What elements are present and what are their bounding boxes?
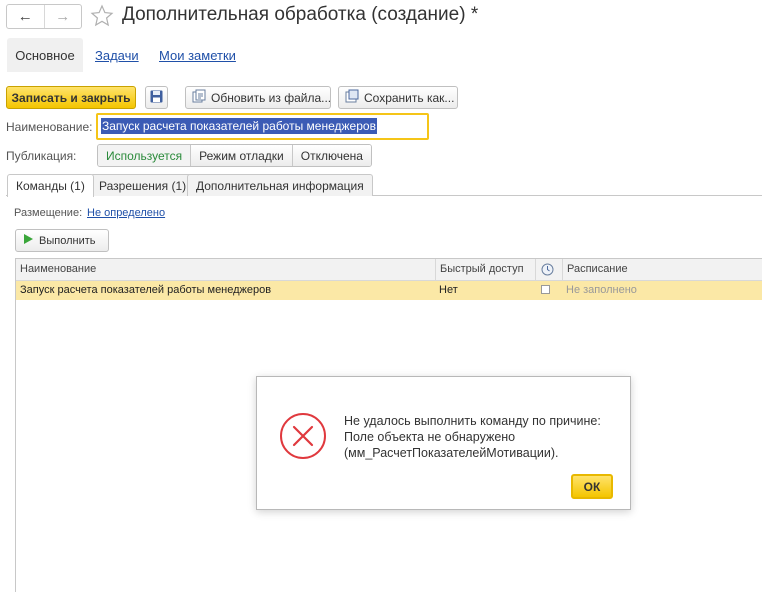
page-title: Дополнительная обработка (создание) * bbox=[122, 4, 479, 25]
favorite-star-icon[interactable] bbox=[90, 4, 114, 28]
play-icon bbox=[24, 234, 33, 247]
table-row[interactable]: Запуск расчета показателей работы менедж… bbox=[16, 281, 762, 300]
tab-additional-info[interactable]: Дополнительная информация bbox=[187, 174, 373, 196]
tab-commands[interactable]: Команды (1) bbox=[7, 174, 94, 197]
row-schedule-cell[interactable]: Не заполнено bbox=[562, 281, 762, 300]
error-icon bbox=[279, 412, 327, 460]
error-message-line-2: Поле объекта не обнаружено bbox=[344, 430, 516, 444]
publication-switch: Используется Режим отладки Отключена bbox=[97, 144, 372, 167]
section-tasks-link[interactable]: Задачи bbox=[95, 48, 139, 63]
placement-label: Размещение: bbox=[14, 207, 83, 219]
column-scheduled-header[interactable] bbox=[535, 259, 562, 280]
publication-label: Публикация: bbox=[6, 149, 77, 163]
column-quick-access-header[interactable]: Быстрый доступ bbox=[435, 259, 535, 280]
load-from-file-button[interactable]: Обновить из файла... bbox=[185, 86, 331, 109]
tab-permissions[interactable]: Разрешения (1) bbox=[90, 174, 196, 196]
section-main[interactable]: Основное bbox=[7, 38, 83, 72]
error-dialog: Не удалось выполнить команду по причине:… bbox=[256, 376, 631, 510]
row-quick-access-cell[interactable]: Нет bbox=[435, 281, 535, 300]
navigation-buttons: ← → bbox=[6, 4, 82, 29]
ok-button[interactable]: ОК bbox=[571, 474, 613, 499]
save-as-label: Сохранить как... bbox=[364, 90, 455, 105]
arrow-right-icon: → bbox=[55, 8, 71, 25]
file-load-icon bbox=[192, 89, 206, 106]
table-header: Наименование Быстрый доступ Расписание bbox=[16, 259, 762, 281]
clock-icon bbox=[541, 263, 554, 279]
publication-option-disabled[interactable]: Отключена bbox=[291, 145, 371, 166]
row-scheduled-checkbox[interactable] bbox=[541, 285, 550, 294]
save-button[interactable] bbox=[145, 86, 168, 109]
error-message-line-3: (мм_РасчетПоказателейМотивации). bbox=[344, 446, 559, 460]
name-label: Наименование: bbox=[6, 120, 93, 134]
arrow-left-icon: ← bbox=[17, 8, 33, 25]
run-button[interactable]: Выполнить bbox=[15, 229, 109, 252]
publication-option-debug[interactable]: Режим отладки bbox=[190, 145, 292, 166]
placement-link[interactable]: Не определено bbox=[87, 207, 165, 219]
error-message: Не удалось выполнить команду по причине:… bbox=[344, 413, 624, 461]
error-message-line-1: Не удалось выполнить команду по причине: bbox=[344, 414, 601, 428]
column-name-header[interactable]: Наименование bbox=[16, 259, 435, 280]
back-button[interactable]: ← bbox=[7, 5, 44, 28]
save-as-button[interactable]: Сохранить как... bbox=[338, 86, 458, 109]
row-name-cell: Запуск расчета показателей работы менедж… bbox=[20, 284, 272, 296]
publication-option-used[interactable]: Используется bbox=[98, 145, 191, 166]
save-as-icon bbox=[345, 89, 359, 106]
load-from-file-label: Обновить из файла... bbox=[211, 90, 332, 105]
column-schedule-header[interactable]: Расписание bbox=[562, 259, 762, 280]
floppy-disk-icon bbox=[150, 90, 163, 106]
forward-button[interactable]: → bbox=[43, 5, 82, 28]
section-notes-link[interactable]: Мои заметки bbox=[159, 48, 236, 63]
name-input[interactable]: Запуск расчета показателей работы менедж… bbox=[96, 113, 429, 140]
name-input-value: Запуск расчета показателей работы менедж… bbox=[101, 118, 377, 134]
run-label: Выполнить bbox=[39, 234, 96, 247]
save-and-close-button[interactable]: Записать и закрыть bbox=[6, 86, 136, 109]
